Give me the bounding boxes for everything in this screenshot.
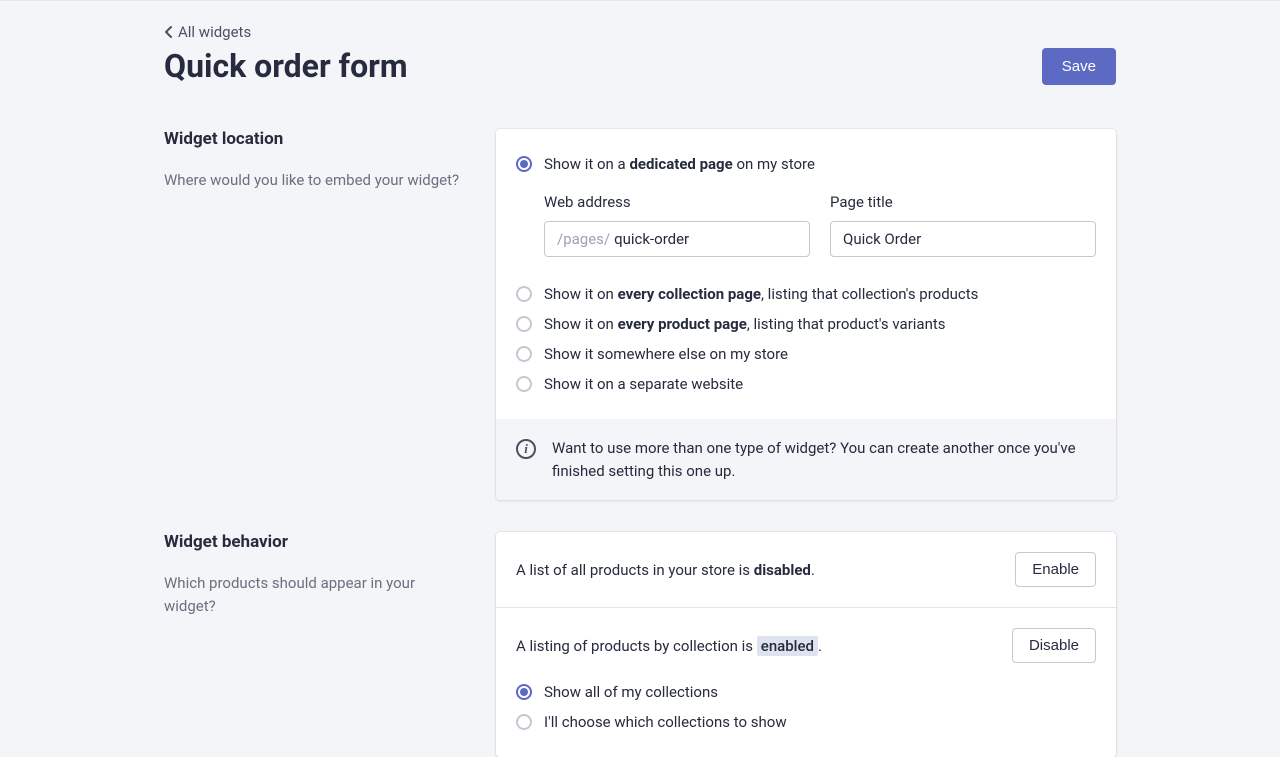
enable-button[interactable]: Enable [1015,552,1096,587]
back-link-label: All widgets [178,23,251,41]
radio-icon [516,346,532,362]
radio-icon [516,156,532,172]
page-title: Quick order form [164,47,408,85]
all-products-status-text: A list of all products in your store is … [516,561,815,579]
radio-separate-label: Show it on a separate website [544,375,743,393]
radio-all-collections[interactable]: Show all of my collections [516,677,1096,707]
save-button[interactable]: Save [1042,48,1116,85]
behavior-description: Which products should appear in your wid… [164,572,464,617]
location-card: Show it on a dedicated page on my store … [496,129,1116,500]
page-title-value: Quick Order [843,230,921,248]
info-banner-text: Want to use more than one type of widget… [552,437,1096,482]
radio-dedicated-label: Show it on a dedicated page on my store [544,155,815,173]
radio-product-label: Show it on every product page, listing t… [544,315,946,333]
by-collection-status-text: A listing of products by collection is e… [516,637,822,655]
page-title-label: Page title [830,193,1096,211]
disable-button[interactable]: Disable [1012,628,1096,663]
behavior-heading: Widget behavior [164,532,464,552]
web-address-input[interactable]: /pages/quick-order [544,221,810,257]
chevron-left-icon [164,25,174,39]
web-address-value: quick-order [614,230,689,248]
page-title-input[interactable]: Quick Order [830,221,1096,257]
radio-icon [516,316,532,332]
radio-all-collections-label: Show all of my collections [544,683,718,701]
info-banner: i Want to use more than one type of widg… [496,419,1116,500]
web-address-prefix: /pages/ [557,230,610,248]
radio-icon [516,376,532,392]
radio-collection-page[interactable]: Show it on every collection page, listin… [516,279,1096,309]
back-link[interactable]: All widgets [164,23,251,41]
radio-somewhere-label: Show it somewhere else on my store [544,345,788,363]
location-description: Where would you like to embed your widge… [164,169,464,192]
radio-separate-website[interactable]: Show it on a separate website [516,369,1096,399]
radio-icon [516,714,532,730]
web-address-label: Web address [544,193,810,211]
radio-icon [516,684,532,700]
radio-choose-collections-label: I'll choose which collections to show [544,713,787,731]
radio-icon [516,286,532,302]
behavior-card: A list of all products in your store is … [496,532,1116,757]
location-heading: Widget location [164,129,464,149]
radio-dedicated-page[interactable]: Show it on a dedicated page on my store [516,149,1096,179]
radio-somewhere-else[interactable]: Show it somewhere else on my store [516,339,1096,369]
radio-product-page[interactable]: Show it on every product page, listing t… [516,309,1096,339]
radio-collection-label: Show it on every collection page, listin… [544,285,978,303]
info-icon: i [516,439,536,459]
radio-choose-collections[interactable]: I'll choose which collections to show [516,707,1096,737]
